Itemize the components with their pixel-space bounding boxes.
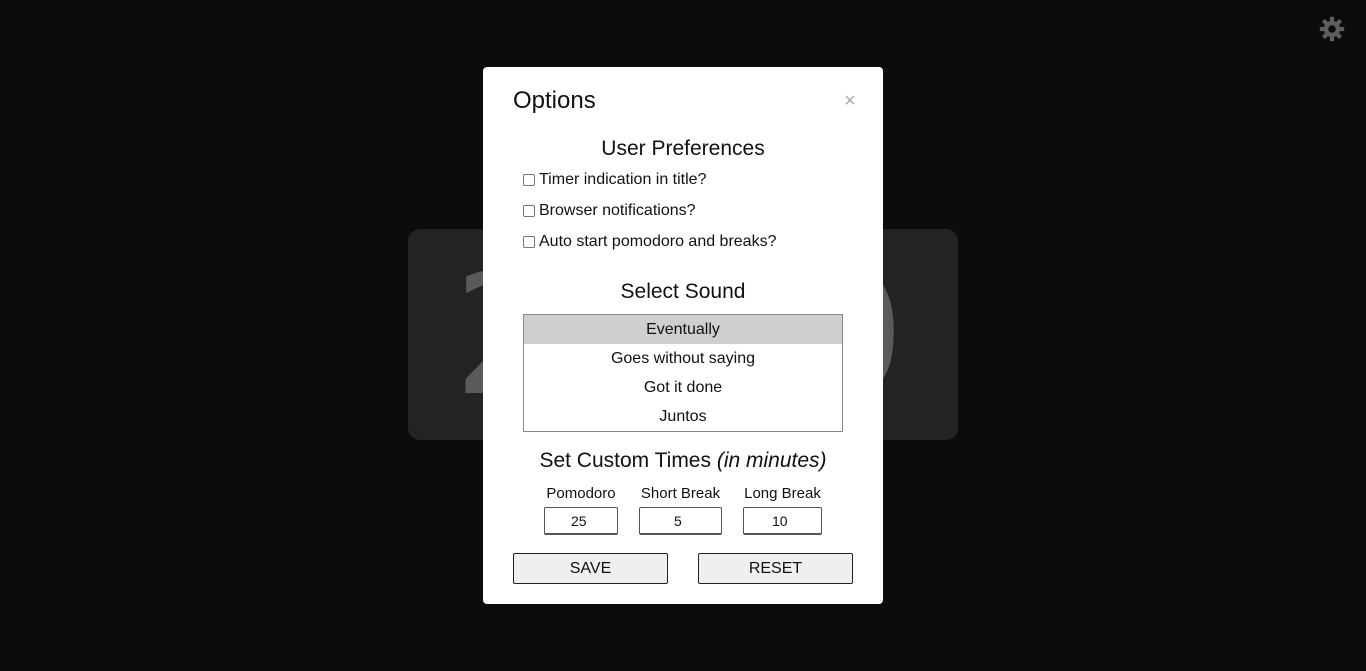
settings-gear-icon[interactable] [1318,15,1346,43]
modal-title: Options [513,87,596,114]
pref-browser-notifications[interactable]: Browser notifications? [523,202,696,220]
pref-timer-in-title[interactable]: Timer indication in title? [523,171,706,189]
pomodoro-input[interactable]: 25 [544,507,618,535]
auto-start-checkbox[interactable] [523,236,535,248]
sound-option-got-it-done[interactable]: Got it done [524,373,842,402]
sound-option-goes-without-saying[interactable]: Goes without saying [524,344,842,373]
user-preferences-heading: User Preferences [601,137,765,160]
long-break-time-group: Long Break 10 [743,485,822,535]
pref-label: Timer indication in title? [539,171,707,188]
pomodoro-label: Pomodoro [546,485,616,502]
pomodoro-time-group: Pomodoro 25 [544,485,618,535]
custom-times-title: Set Custom Times [539,449,711,472]
long-break-label: Long Break [744,485,821,502]
long-break-input[interactable]: 10 [743,507,822,535]
gear-icon [1319,16,1345,42]
sound-option-eventually[interactable]: Eventually [524,315,842,344]
short-break-input[interactable]: 5 [639,507,722,535]
pref-auto-start[interactable]: Auto start pomodoro and breaks? [523,233,776,251]
timer-in-title-checkbox[interactable] [523,174,535,186]
select-sound-heading: Select Sound [620,280,746,303]
save-button[interactable]: SAVE [513,553,668,584]
custom-times-subtitle: (in minutes) [716,449,827,472]
pref-label: Browser notifications? [539,202,696,219]
short-break-label: Short Break [640,485,721,502]
reset-button[interactable]: RESET [698,553,853,584]
sound-listbox[interactable]: Eventually Goes without saying Got it do… [523,314,843,432]
pref-label: Auto start pomodoro and breaks? [539,233,777,250]
browser-notifications-checkbox[interactable] [523,205,535,217]
custom-times-heading: Set Custom Times (in minutes) [483,449,883,473]
options-modal: Options × User Preferences Timer indicat… [483,67,883,604]
short-break-time-group: Short Break 5 [639,485,722,535]
close-icon[interactable]: × [838,89,862,113]
sound-option-juntos[interactable]: Juntos [524,402,842,431]
